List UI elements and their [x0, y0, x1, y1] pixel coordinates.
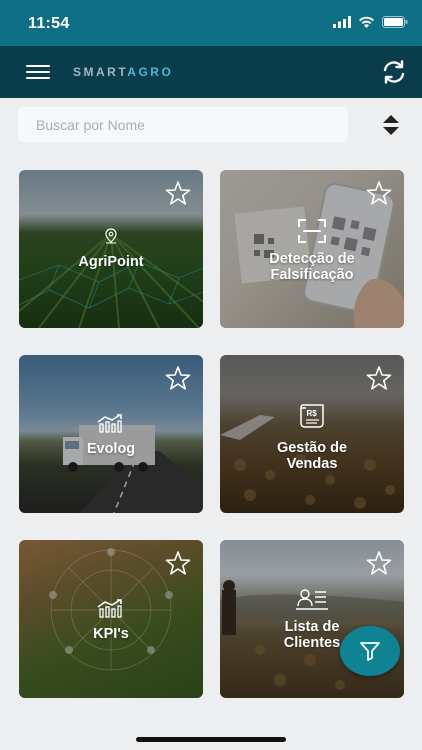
favorite-star-icon[interactable]	[165, 550, 191, 576]
status-time: 11:54	[28, 15, 70, 32]
favorite-star-icon[interactable]	[366, 365, 392, 391]
signal-icon	[333, 16, 351, 28]
card-title: Evolog	[86, 441, 136, 457]
card-title-line: Vendas	[286, 456, 338, 472]
wifi-icon	[359, 16, 374, 28]
card-title: KPI's	[93, 626, 129, 642]
chart-bar-icon	[97, 414, 122, 433]
card-agripoint[interactable]: AgriPoint	[19, 170, 203, 328]
card-gestao-vendas[interactable]: R$ Gestão de Vendas	[220, 355, 404, 513]
search-input[interactable]	[18, 107, 348, 142]
favorite-star-icon[interactable]	[366, 180, 392, 206]
card-title-line: Falsificação	[270, 267, 354, 283]
receipt-icon: R$	[300, 404, 324, 428]
card-title: AgriPoint	[78, 254, 144, 270]
favorite-star-icon[interactable]	[366, 550, 392, 576]
card-title-line: Gestão de	[276, 440, 348, 456]
chart-bar-icon	[97, 599, 122, 618]
card-title: Gestão de Vendas	[220, 440, 404, 472]
refresh-icon[interactable]	[380, 58, 408, 86]
menu-button[interactable]	[26, 65, 50, 81]
filter-icon	[360, 642, 380, 661]
home-indicator	[136, 737, 286, 742]
logo-text-smart: SMART	[73, 65, 128, 79]
card-kpis[interactable]: KPI's	[19, 540, 203, 698]
contact-card-icon	[296, 589, 328, 610]
scan-icon	[298, 219, 326, 243]
card-content: KPI's	[19, 598, 203, 642]
card-deteccao-falsificacao[interactable]: Detecção de Falsificação	[220, 170, 404, 328]
battery-icon	[382, 16, 408, 28]
map-pin-icon	[105, 228, 117, 244]
hamburger-icon-line	[26, 71, 50, 73]
hamburger-icon-line	[26, 77, 50, 79]
status-icons	[333, 16, 408, 28]
svg-text:R$: R$	[307, 409, 318, 418]
card-evolog[interactable]: Evolog	[19, 355, 203, 513]
card-content: R$ Gestão de Vendas	[220, 403, 404, 472]
filter-button[interactable]	[340, 626, 400, 676]
logo-text-agro: AGRO	[127, 65, 174, 79]
favorite-star-icon[interactable]	[165, 365, 191, 391]
card-title: Detecção de Falsificação	[220, 251, 404, 283]
card-title-line: Detecção de	[269, 251, 355, 267]
hamburger-icon-line	[26, 65, 50, 67]
favorite-star-icon[interactable]	[165, 180, 191, 206]
card-content: AgriPoint	[19, 228, 203, 270]
sort-icon[interactable]	[380, 113, 402, 137]
app-logo: SMARTAGRO	[73, 65, 173, 79]
card-content: Detecção de Falsificação	[220, 218, 404, 283]
card-content: Evolog	[19, 413, 203, 457]
app-header: SMARTAGRO	[0, 46, 422, 98]
status-bar: 11:54	[0, 0, 422, 46]
